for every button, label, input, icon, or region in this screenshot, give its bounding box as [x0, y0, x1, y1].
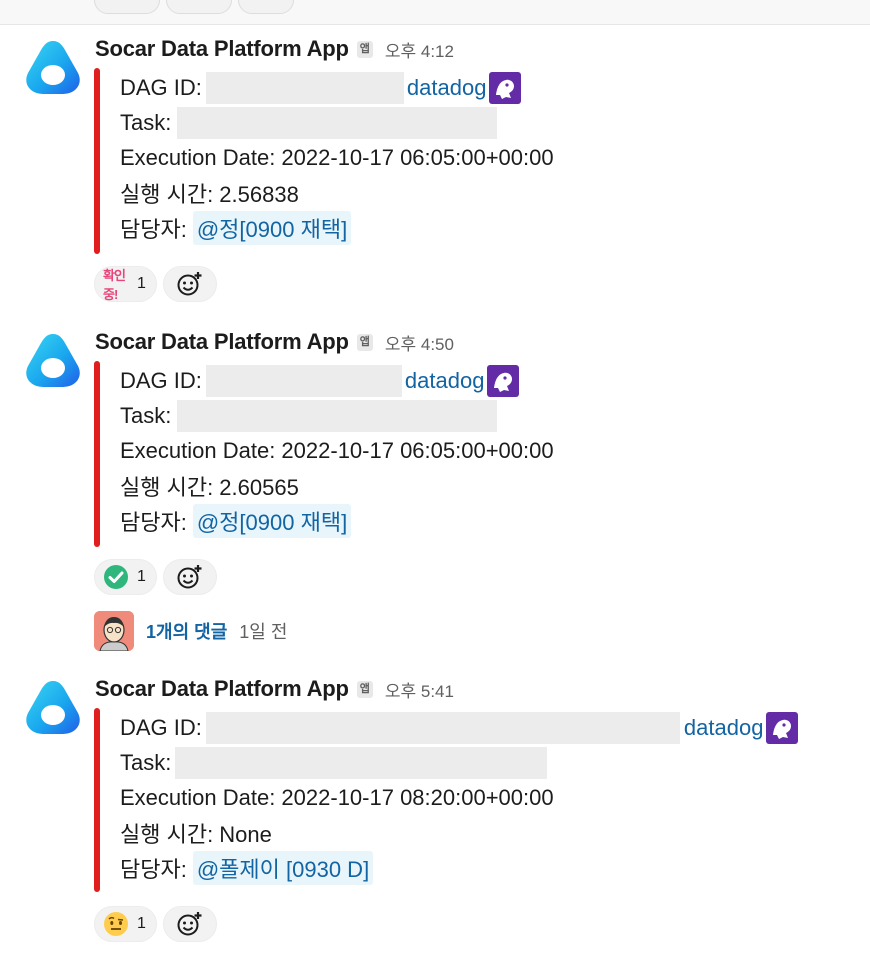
run-time: 실행 시간: 2.56838	[120, 182, 299, 207]
previous-reaction[interactable]	[166, 0, 232, 14]
datadog-icon[interactable]	[488, 71, 522, 105]
message: Socar Data Platform App 앱 오후 5:41 DAG ID…	[0, 676, 870, 956]
message-header: Socar Data Platform App 앱 오후 4:50	[95, 329, 454, 355]
app-name[interactable]: Socar Data Platform App	[95, 329, 349, 355]
task-line: Task:	[120, 746, 548, 780]
owner-label: 담당자:	[120, 217, 187, 242]
datadog-link[interactable]: datadog	[405, 368, 485, 394]
datadog-link[interactable]: datadog	[407, 75, 487, 101]
owner-label: 담당자:	[120, 857, 187, 882]
reply-count-link[interactable]: 1개의 댓글	[146, 618, 227, 644]
app-badge: 앱	[356, 680, 373, 698]
datadog-link[interactable]: datadog	[684, 715, 764, 741]
execution-date: Execution Date: 2022-10-17 06:05:00+00:0…	[120, 438, 554, 463]
reaction-count: 1	[137, 275, 146, 292]
previous-add-reaction-button[interactable]	[238, 0, 294, 14]
app-name[interactable]: Socar Data Platform App	[95, 676, 349, 702]
reactions-bar: 1	[94, 559, 217, 597]
message-header: Socar Data Platform App 앱 오후 5:41	[95, 676, 454, 702]
reaction-check[interactable]: 1	[94, 559, 157, 595]
thread-replies[interactable]: 1개의 댓글 1일 전	[94, 611, 287, 651]
add-emoji-icon	[177, 912, 202, 936]
message-header: Socar Data Platform App 앱 오후 4:12	[95, 36, 454, 62]
run-time: 실행 시간: None	[120, 822, 272, 847]
reactions-bar: 확인중! 1	[94, 266, 217, 304]
timestamp[interactable]: 오후 4:50	[385, 330, 454, 355]
add-reaction-button[interactable]	[162, 559, 217, 595]
datadog-icon[interactable]	[486, 364, 520, 398]
raised-eyebrow-face-icon	[103, 911, 129, 937]
reply-user-avatar[interactable]	[94, 611, 134, 651]
task-label: Task:	[120, 403, 172, 428]
task-line: Task:	[120, 106, 498, 140]
owner-line: 담당자: @폴제이 [0930 D]	[120, 851, 374, 885]
redacted-task	[175, 747, 548, 779]
owner-mention[interactable]: @폴제이 [0930 D]	[192, 851, 374, 885]
datadog-icon[interactable]	[765, 711, 799, 745]
reaction-raised-eyebrow[interactable]: 1	[94, 906, 157, 942]
dag-id-label: DAG ID:	[120, 75, 202, 100]
reaction-checking[interactable]: 확인중! 1	[94, 266, 157, 302]
reaction-count: 1	[137, 568, 146, 585]
green-check-icon	[103, 564, 129, 590]
app-name[interactable]: Socar Data Platform App	[95, 36, 349, 62]
attachment-color-bar	[94, 68, 100, 254]
dag-id-line: DAG ID: datadog	[120, 71, 522, 105]
app-badge: 앱	[356, 40, 373, 58]
owner-label: 담당자:	[120, 510, 187, 535]
socar-app-avatar[interactable]	[24, 38, 82, 96]
timestamp[interactable]: 오후 5:41	[385, 677, 454, 702]
dag-id-line: DAG ID: datadog	[120, 364, 520, 398]
task-line: Task:	[120, 399, 498, 433]
task-label: Task:	[120, 750, 172, 775]
add-reaction-button[interactable]	[162, 906, 217, 942]
message: Socar Data Platform App 앱 오후 4:50 DAG ID…	[0, 329, 870, 659]
attachment-color-bar	[94, 361, 100, 547]
redacted-dag-id	[205, 712, 680, 744]
checking-text-emoji-icon: 확인중!	[103, 268, 126, 302]
socar-app-avatar[interactable]	[24, 678, 82, 736]
timestamp[interactable]: 오후 4:12	[385, 37, 454, 62]
dag-id-label: DAG ID:	[120, 715, 202, 740]
owner-mention[interactable]: @정[0900 재택]	[192, 504, 352, 538]
message: Socar Data Platform App 앱 오후 4:12 DAG ID…	[0, 36, 870, 306]
previous-reaction[interactable]	[94, 0, 160, 14]
task-label: Task:	[120, 110, 172, 135]
owner-line: 담당자: @정[0900 재택]	[120, 211, 352, 245]
redacted-dag-id	[205, 72, 404, 104]
add-emoji-icon	[177, 565, 202, 589]
owner-line: 담당자: @정[0900 재택]	[120, 504, 352, 538]
run-time: 실행 시간: 2.60565	[120, 475, 299, 500]
dag-id-label: DAG ID:	[120, 368, 202, 393]
last-reply-time: 1일 전	[239, 622, 288, 642]
add-emoji-icon	[177, 272, 202, 296]
previous-message-reactions	[0, 0, 870, 25]
socar-app-avatar[interactable]	[24, 331, 82, 389]
redacted-dag-id	[205, 365, 402, 397]
execution-date: Execution Date: 2022-10-17 08:20:00+00:0…	[120, 785, 554, 810]
redacted-task	[177, 400, 498, 432]
owner-mention[interactable]: @정[0900 재택]	[192, 211, 352, 245]
reactions-bar: 1	[94, 906, 217, 944]
app-badge: 앱	[356, 333, 373, 351]
redacted-task	[177, 107, 498, 139]
attachment-color-bar	[94, 708, 100, 892]
reaction-count: 1	[137, 915, 146, 932]
dag-id-line: DAG ID: datadog	[120, 711, 799, 745]
execution-date: Execution Date: 2022-10-17 06:05:00+00:0…	[120, 145, 554, 170]
add-reaction-button[interactable]	[162, 266, 217, 302]
